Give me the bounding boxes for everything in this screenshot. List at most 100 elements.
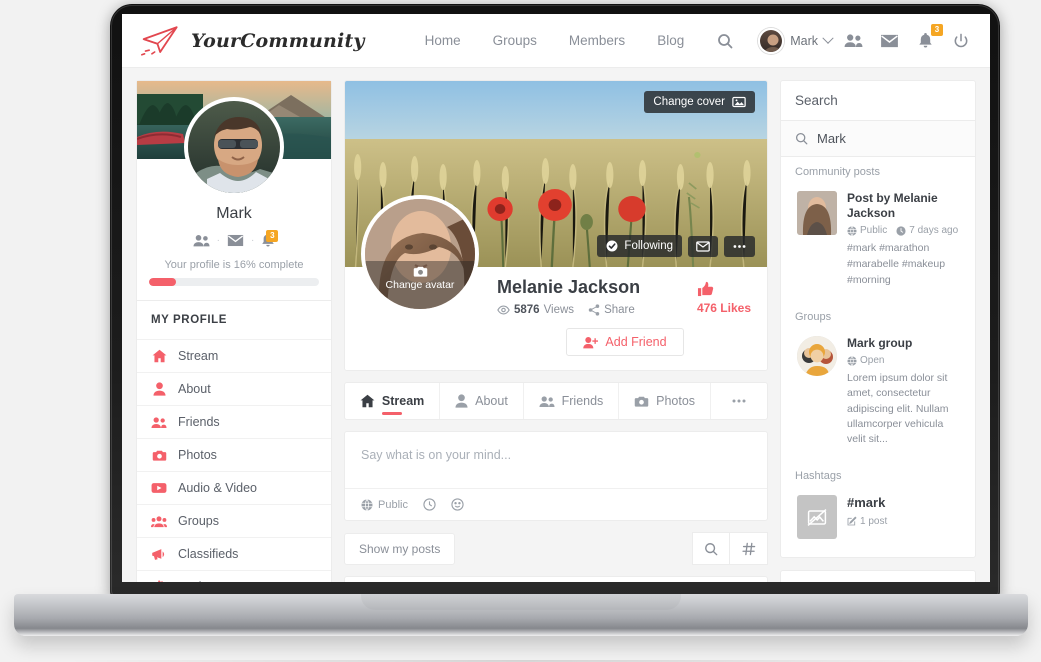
sidebar-item-audio-video[interactable]: Audio & Video: [137, 471, 331, 504]
profile-more-button[interactable]: [724, 235, 755, 257]
message-button[interactable]: [688, 235, 718, 257]
thumbs-up-icon: [697, 281, 751, 297]
clock-icon[interactable]: [423, 498, 436, 511]
search-input[interactable]: Mark: [781, 121, 975, 157]
avatar: [758, 27, 785, 54]
sidebar-avatar-wrap: [137, 97, 331, 197]
site-logo[interactable]: YourCommunity: [140, 24, 365, 58]
gear-icon: [151, 580, 167, 582]
nav-link-members[interactable]: Members: [553, 33, 641, 48]
nav-link-home[interactable]: Home: [409, 33, 477, 48]
users-icon: [539, 395, 555, 408]
laptop-hinge-notch: [360, 594, 681, 610]
separator-dot: ·: [251, 234, 255, 246]
sidebar-item-label: Preferences: [178, 580, 245, 582]
search-icon[interactable]: [710, 26, 740, 56]
feed-search-icon[interactable]: [692, 532, 730, 565]
clock-icon: [896, 225, 906, 236]
sidebar-user-name: Mark: [216, 205, 252, 222]
change-cover-button[interactable]: Change cover: [644, 91, 755, 113]
likes-stat[interactable]: 476 Likes: [697, 281, 751, 315]
tab-photos[interactable]: Photos: [619, 383, 711, 419]
group-title: Mark group: [847, 336, 913, 351]
tab-label: About: [475, 394, 508, 408]
sidebar-item-groups[interactable]: Groups: [137, 504, 331, 537]
search-result-post[interactable]: Post by Melanie Jackson Public 7 days ag…: [785, 184, 971, 298]
sidebar-item-label: Classifieds: [178, 547, 239, 561]
views-count: 5876: [514, 304, 540, 316]
profile-completion-bar: [149, 278, 319, 286]
ellipsis-icon: [731, 396, 747, 406]
search-result-group[interactable]: Mark group Open Lorem ipsum dolor sit am…: [785, 329, 971, 457]
tab-friends[interactable]: Friends: [524, 383, 620, 419]
page-body: Mark · · 3 Your profile is 16% complete …: [122, 68, 990, 582]
group-avatar: [797, 336, 837, 377]
user-menu[interactable]: Mark: [758, 27, 834, 54]
sidebar-item-label: Friends: [178, 415, 220, 429]
sidebar-item-photos[interactable]: Photos: [137, 438, 331, 471]
profile-avatar[interactable]: Change avatar: [361, 195, 479, 313]
ellipsis-icon: [732, 241, 747, 252]
group-status: Open: [847, 355, 884, 366]
show-my-posts-button[interactable]: Show my posts: [344, 532, 456, 565]
tab-more-button[interactable]: [711, 383, 767, 419]
sidebar-item-about[interactable]: About: [137, 372, 331, 405]
post-composer: Say what is on your mind... Public: [344, 431, 768, 521]
image-icon: [732, 96, 746, 108]
edit-icon: [847, 516, 857, 526]
sidebar-item-stream[interactable]: Stream: [137, 339, 331, 372]
privacy-text: Public: [860, 225, 888, 236]
mail-icon[interactable]: [227, 234, 244, 247]
nav-right-group: Home Groups Members Blog Mark 3: [409, 23, 976, 56]
change-avatar-button[interactable]: Change avatar: [365, 261, 475, 309]
hashtags-label: Hashtags: [795, 470, 842, 483]
user-icon: [151, 382, 167, 396]
mail-icon[interactable]: [874, 26, 904, 56]
browser-viewport: YourCommunity Home Groups Members Blog M…: [122, 14, 990, 582]
search-result-tags: #mark #marathon #marabelle #makeup #morn…: [847, 242, 946, 286]
search-icon: [795, 132, 808, 145]
nav-link-groups[interactable]: Groups: [477, 33, 553, 48]
search-header: Search: [781, 81, 975, 121]
profile-actions: Following: [597, 235, 755, 257]
privacy-meta: Public: [847, 225, 887, 236]
hashtag-body: #mark 1 post: [847, 495, 887, 539]
sidebar-item-classifieds[interactable]: Classifieds: [137, 537, 331, 570]
profile-header-card: Change cover Following Change avatar Mel…: [344, 80, 768, 371]
privacy-selector[interactable]: Public: [361, 499, 408, 511]
hashtag-icon[interactable]: [730, 532, 768, 565]
power-icon[interactable]: [946, 26, 976, 56]
friends-icon[interactable]: [838, 26, 868, 56]
composer-toolbar: Public: [345, 488, 767, 520]
group-description: Lorem ipsum dolor sit amet, consectetur …: [847, 372, 949, 446]
friends-icon[interactable]: [193, 234, 210, 247]
sidebar-item-label: Groups: [178, 514, 219, 528]
search-input-value: Mark: [817, 131, 846, 146]
globe-icon: [847, 355, 857, 366]
nav-link-blog[interactable]: Blog: [641, 33, 700, 48]
tab-stream[interactable]: Stream: [345, 383, 441, 419]
tab-about[interactable]: About: [440, 383, 524, 419]
following-button[interactable]: Following: [597, 235, 682, 257]
top-navbar: YourCommunity Home Groups Members Blog M…: [122, 14, 990, 68]
smiley-icon[interactable]: [451, 498, 464, 511]
time-meta: 7 days ago: [896, 225, 958, 236]
feed-filters: Show my posts: [344, 532, 768, 565]
search-result-hashtag[interactable]: #mark 1 post: [785, 488, 971, 553]
share-button[interactable]: Share: [588, 304, 635, 316]
megaphone-icon: [151, 548, 167, 561]
sidebar-item-friends[interactable]: Friends: [137, 405, 331, 438]
tab-label: Stream: [381, 394, 425, 408]
following-label: Following: [624, 240, 673, 252]
user-icon: [455, 394, 468, 408]
composer-input[interactable]: Say what is on your mind...: [345, 432, 767, 488]
envelope-icon: [696, 240, 710, 252]
sidebar-item-preferences[interactable]: Preferences: [137, 570, 331, 582]
bell-icon[interactable]: 3: [261, 230, 279, 248]
bell-icon[interactable]: 3: [910, 23, 943, 56]
add-friend-button[interactable]: Add Friend: [566, 328, 684, 356]
avatar[interactable]: [184, 97, 284, 197]
group-icon: [151, 515, 167, 528]
user-menu-label: Mark: [790, 33, 818, 48]
check-circle-icon: [606, 240, 618, 252]
